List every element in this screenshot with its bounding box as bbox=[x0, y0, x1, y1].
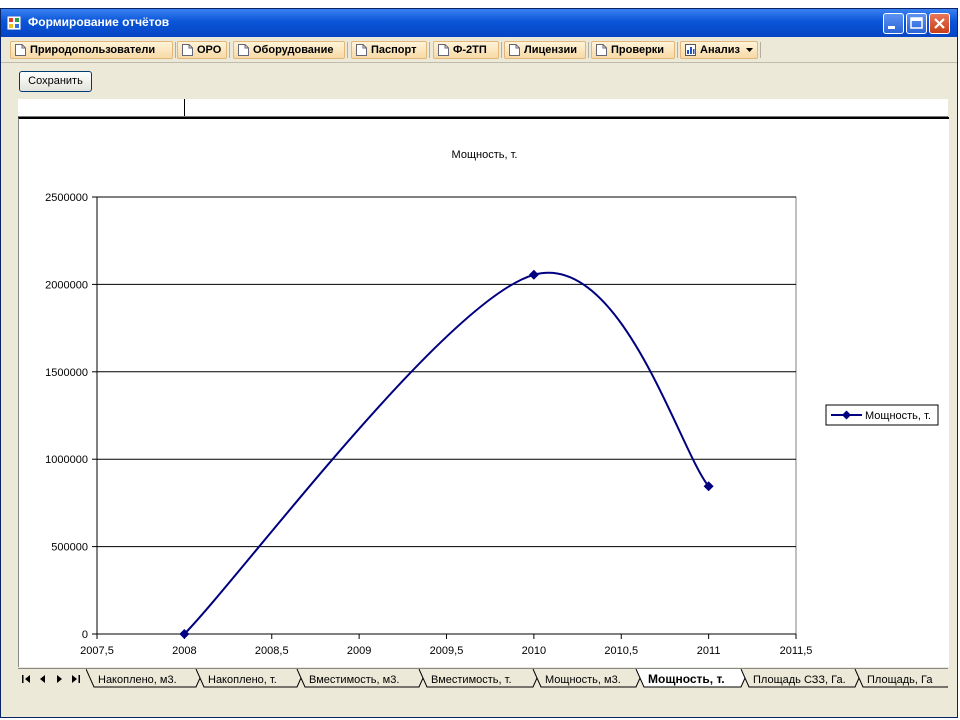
x-tick-label: 2009,5 bbox=[430, 645, 464, 657]
x-tick-label: 2007,5 bbox=[80, 645, 114, 657]
sheet-tab-label: Вместимость, т. bbox=[431, 674, 512, 686]
sheet-tab[interactable]: Мощность, т. bbox=[635, 669, 750, 688]
x-tick-label: 2008 bbox=[172, 645, 196, 657]
title-bar[interactable]: Формирование отчётов bbox=[1, 9, 957, 37]
name-box-divider bbox=[184, 99, 185, 116]
sheet-tab-label: Площадь СЗЗ, Га. bbox=[753, 674, 846, 686]
sheet-tab-strip: Накоплено, м3. Накоплено, т. Вместимость, … bbox=[86, 669, 948, 688]
toolbar-tab-label: Лицензии bbox=[524, 44, 577, 56]
sheet-tab[interactable]: Вместимость, т. bbox=[418, 669, 542, 688]
minimize-button[interactable] bbox=[883, 13, 904, 34]
toolbar-tab-label: Паспорт bbox=[371, 44, 417, 56]
toolbar-separator bbox=[760, 42, 761, 58]
document-icon bbox=[356, 44, 367, 56]
x-tick-label: 2011 bbox=[697, 645, 721, 657]
sheet-tab[interactable]: Мощность, м3. bbox=[532, 669, 645, 688]
app-icon bbox=[7, 16, 21, 30]
sheet-tab[interactable]: Накоплено, т. bbox=[195, 669, 306, 688]
chart-sheet: Мощность, т. 0 500000 1000000 1500000 2000000… bbox=[18, 117, 949, 667]
dropdown-arrow-icon[interactable] bbox=[745, 47, 753, 53]
sheet-tab-label: Накоплено, м3. bbox=[98, 674, 177, 686]
prev-sheet-icon[interactable] bbox=[37, 673, 49, 685]
toolbar-separator bbox=[347, 42, 348, 58]
report-tabs-toolbar: Природопользователи ОРО Оборудование Паспор… bbox=[1, 38, 957, 63]
y-tick-label: 2500000 bbox=[45, 192, 88, 204]
x-tick-label: 2010,5 bbox=[604, 645, 638, 657]
x-tick-label: 2008,5 bbox=[255, 645, 289, 657]
toolbar-tab[interactable]: Анализ bbox=[680, 41, 758, 59]
close-button[interactable] bbox=[929, 13, 950, 34]
x-tick-label: 2011,5 bbox=[780, 645, 813, 657]
toolbar-separator bbox=[429, 42, 430, 58]
toolbar-separator bbox=[677, 42, 678, 58]
toolbar-separator bbox=[501, 42, 502, 58]
y-tick-label: 500000 bbox=[51, 542, 88, 554]
minimize-icon bbox=[888, 26, 895, 29]
window-title: Формирование отчётов bbox=[28, 15, 170, 29]
save-button[interactable]: Сохранить bbox=[19, 71, 92, 92]
document-icon bbox=[15, 44, 26, 56]
close-icon bbox=[934, 18, 945, 29]
x-tick-label: 2009 bbox=[347, 645, 371, 657]
sheet-tab[interactable]: Площадь, Га bbox=[854, 669, 948, 688]
sheet-tab-label: Мощность, м3. bbox=[545, 674, 621, 686]
toolbar-tab-label: Анализ bbox=[700, 44, 740, 56]
toolbar-tab[interactable]: Ф-2ТП bbox=[433, 41, 499, 59]
document-icon bbox=[438, 44, 449, 56]
sheet-tab-label: Накоплено, т. bbox=[208, 674, 277, 686]
plot-area bbox=[96, 196, 797, 635]
sheet-tab[interactable]: Накоплено, м3. bbox=[86, 669, 205, 688]
maximize-button[interactable] bbox=[906, 13, 927, 34]
legend-label: Мощность, т. bbox=[865, 410, 931, 422]
toolbar-separator bbox=[588, 42, 589, 58]
toolbar-tab-label: Природопользователи bbox=[30, 44, 156, 56]
sheet-tab-label: Вместимость, м3. bbox=[309, 674, 399, 686]
sheet-tabs-bar: Накоплено, м3. Накоплено, т. Вместимость, … bbox=[18, 668, 948, 691]
toolbar-tab[interactable]: ОРО bbox=[177, 41, 227, 59]
toolbar-separator bbox=[175, 42, 176, 58]
sheet-tab[interactable]: Площадь СЗЗ, Га. bbox=[740, 669, 864, 688]
toolbar-tab-label: Ф-2ТП bbox=[453, 44, 487, 56]
x-tick-label: 2010 bbox=[522, 645, 546, 657]
sheet-tab[interactable]: Вместимость, м3. bbox=[296, 669, 428, 688]
last-sheet-icon[interactable] bbox=[69, 673, 81, 685]
toolbar-tab[interactable]: Оборудование bbox=[233, 41, 345, 59]
toolbar-tab-label: Проверки bbox=[611, 44, 665, 56]
report-window: Формирование отчётов Природопользователи… bbox=[0, 8, 958, 718]
toolbar-separator bbox=[229, 42, 230, 58]
bar-chart-icon bbox=[685, 44, 696, 56]
document-icon bbox=[596, 44, 607, 56]
document-icon bbox=[509, 44, 520, 56]
y-tick-label: 0 bbox=[82, 629, 88, 641]
formula-bar[interactable] bbox=[18, 99, 948, 117]
y-tick-label: 2000000 bbox=[45, 279, 88, 291]
document-icon bbox=[238, 44, 249, 56]
first-sheet-icon[interactable] bbox=[21, 673, 33, 685]
sheet-tab-label: Мощность, т. bbox=[648, 672, 725, 686]
sheet-tab-label: Площадь, Га bbox=[867, 674, 933, 686]
toolbar-tab[interactable]: Природопользователи bbox=[10, 41, 173, 59]
toolbar-tab[interactable]: Проверки bbox=[591, 41, 675, 59]
y-tick-label: 1500000 bbox=[45, 367, 88, 379]
status-strip bbox=[18, 691, 948, 697]
toolbar-tab-label: ОРО bbox=[197, 44, 222, 56]
toolbar-tab[interactable]: Паспорт bbox=[351, 41, 427, 59]
chart-title: Мощность, т. bbox=[452, 149, 518, 161]
next-sheet-icon[interactable] bbox=[53, 673, 65, 685]
document-icon bbox=[182, 44, 193, 56]
maximize-icon bbox=[910, 17, 923, 29]
toolbar-tab-label: Оборудование bbox=[253, 44, 334, 56]
y-tick-label: 1000000 bbox=[45, 454, 88, 466]
power-chart: Мощность, т. 0 500000 1000000 1500000 2000000… bbox=[45, 149, 939, 657]
toolbar-tab[interactable]: Лицензии bbox=[504, 41, 586, 59]
